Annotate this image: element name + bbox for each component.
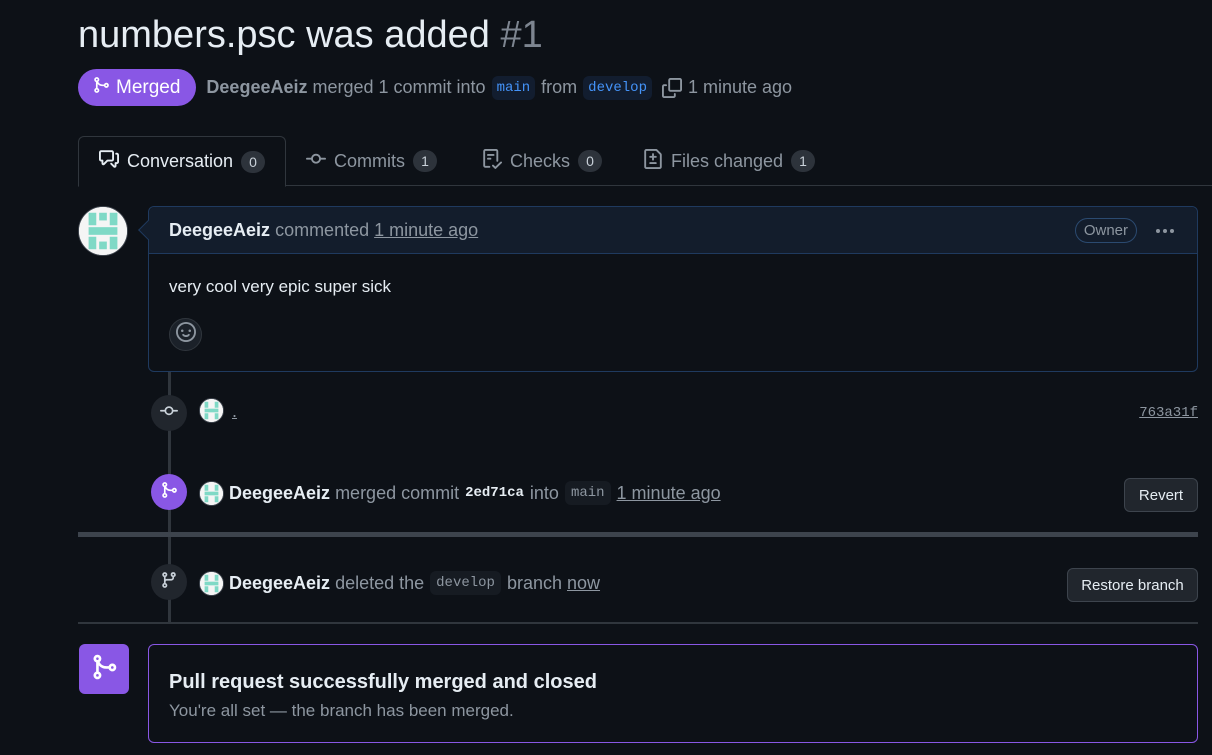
merged-status-title: Pull request successfully merged and clo… (169, 671, 597, 693)
commit-sha-link[interactable]: 763a31f (1139, 405, 1198, 421)
merged-state-icon-box (79, 644, 129, 694)
tab-commits-count: 1 (413, 150, 437, 172)
merge-commit-sha-link[interactable]: 2ed71ca (465, 485, 524, 501)
merged-time: 1 minute ago (687, 77, 793, 97)
tab-conversation-count: 0 (241, 150, 266, 173)
pr-author-link[interactable]: DeegeeAeiz (206, 77, 307, 98)
merge-action-text: merged commit (335, 482, 460, 503)
owner-badge: Owner (1074, 218, 1137, 243)
comment-discussion-icon (98, 149, 119, 174)
timeline-divider (78, 532, 1198, 537)
tab-checks-label: Checks (510, 150, 571, 171)
tab-files-changed-label: Files changed (671, 150, 784, 171)
deleted-action-text: deleted the (335, 572, 425, 593)
tab-commits-label: Commits (334, 150, 405, 171)
merge-author-avatar[interactable] (199, 481, 224, 506)
merged-status-card: Pull request successfully merged and clo… (148, 644, 1198, 743)
file-diff-icon (643, 148, 663, 174)
tab-conversation-label: Conversation (126, 151, 234, 171)
delete-time-link[interactable]: now (567, 573, 600, 594)
branch-deleted-badge (151, 564, 187, 600)
smiley-icon (175, 322, 196, 347)
tab-conversation[interactable]: Conversation 0 (78, 136, 286, 187)
git-branch-icon (160, 571, 178, 594)
checklist-icon (482, 148, 503, 174)
git-merge-icon (90, 653, 118, 686)
merged-status-subtitle: You're all set — the branch has been mer… (169, 701, 514, 720)
merged-status-label: Merged (116, 76, 181, 98)
git-commit-icon (306, 149, 326, 174)
commit-event-badge (151, 395, 187, 431)
comment-header: DeegeeAeiz commented 1 minute ago Owner (149, 207, 1197, 254)
tab-files-changed[interactable]: Files changed 1 (643, 136, 816, 186)
pr-tabs: Conversation 0 Commits 1 Checks 0 Files … (78, 136, 1212, 187)
comment-author-avatar[interactable] (78, 206, 128, 256)
add-reaction-button[interactable] (169, 318, 202, 351)
merge-time-link[interactable]: 1 minute ago (617, 483, 721, 504)
copy-icon[interactable] (661, 77, 682, 98)
merge-event-badge (151, 474, 187, 510)
git-merge-icon (92, 76, 110, 100)
pr-title: numbers.psc was added #1 (78, 14, 543, 57)
git-commit-icon (160, 402, 178, 425)
comment-action: commented (275, 219, 370, 240)
commit-author-avatar[interactable] (199, 398, 224, 423)
merge-into-text: into (529, 482, 559, 503)
head-branch-link[interactable]: develop (583, 75, 652, 100)
pr-title-text: numbers.psc was added (78, 14, 490, 56)
merge-author-link[interactable]: DeegeeAeiz (229, 483, 330, 504)
base-branch-link[interactable]: main (491, 75, 536, 100)
tab-checks-count: 0 (578, 150, 603, 172)
comment-card: DeegeeAeiz commented 1 minute ago Owner … (138, 206, 1198, 372)
from-text: from (541, 77, 578, 97)
restore-branch-button[interactable]: Restore branch (1067, 568, 1198, 602)
comment-author-link[interactable]: DeegeeAeiz (169, 220, 270, 241)
commit-message-link[interactable]: . (232, 401, 237, 422)
merged-text: merged 1 commit into (312, 77, 486, 97)
delete-author-avatar[interactable] (199, 571, 224, 596)
tab-checks[interactable]: Checks 0 (482, 136, 603, 186)
comment-body: very cool very epic super sick (169, 277, 392, 296)
git-merge-icon (160, 481, 178, 504)
tab-commits[interactable]: Commits 1 (306, 136, 437, 186)
comment-time-link[interactable]: 1 minute ago (374, 220, 478, 241)
revert-button[interactable]: Revert (1124, 478, 1198, 512)
pr-meta-row: Merged DeegeeAeiz merged 1 commit into m… (78, 69, 792, 106)
branch-word: branch (506, 572, 562, 593)
branch-deleted-text: DeegeeAeiz deleted the develop branch no… (229, 569, 600, 597)
deleted-branch-name: develop (430, 571, 501, 595)
merged-status-badge: Merged (78, 69, 197, 106)
merge-event-text: DeegeeAeiz merged commit 2ed71ca into ma… (229, 479, 721, 507)
timeline-divider (78, 622, 1198, 624)
tab-files-changed-count: 1 (791, 150, 816, 172)
pr-number: #1 (500, 14, 543, 56)
merge-target-branch[interactable]: main (564, 481, 611, 505)
kebab-menu-icon[interactable] (1153, 221, 1177, 241)
delete-author-link[interactable]: DeegeeAeiz (229, 573, 330, 594)
